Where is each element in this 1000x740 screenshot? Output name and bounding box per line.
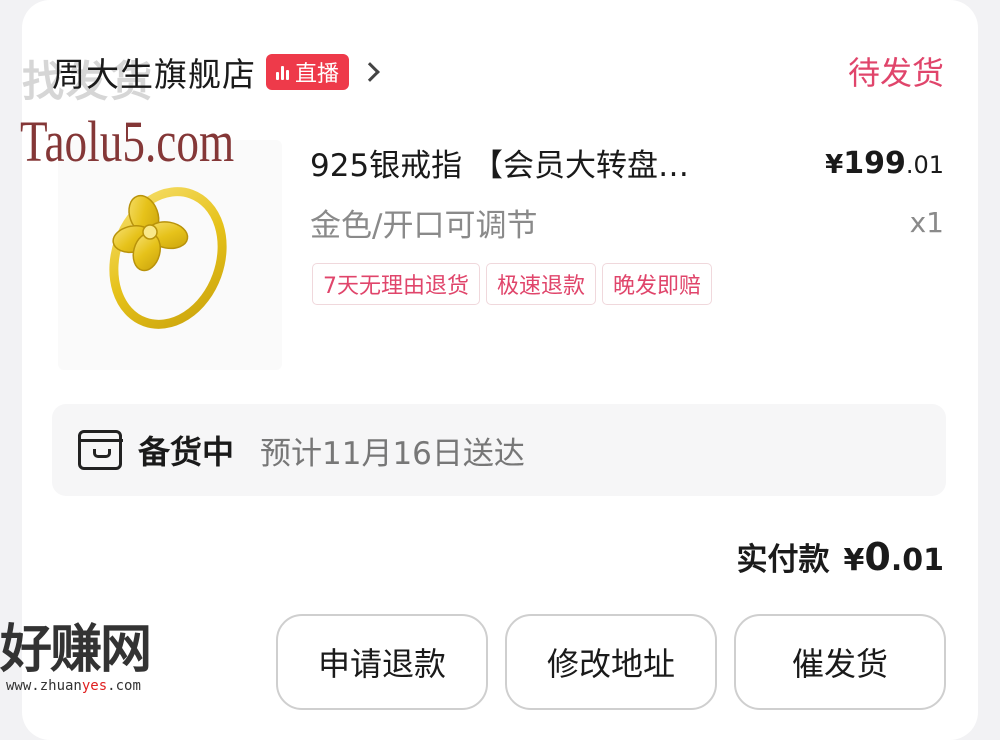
live-bars-icon (276, 64, 289, 80)
product-price: ¥199.01 (825, 146, 944, 181)
refund-button[interactable]: 申请退款 (276, 614, 488, 710)
logo-main-text: 好赚网 (0, 620, 152, 680)
tag-fast-refund: 极速退款 (486, 263, 597, 305)
live-badge-label: 直播 (295, 62, 340, 87)
site-logo: 好赚网 www.zhuanyes.com (0, 622, 196, 694)
chevron-right-icon[interactable] (360, 62, 380, 82)
watermark-site: Taolu5.com (20, 109, 235, 174)
change-address-button[interactable]: 修改地址 (505, 614, 717, 710)
urge-shipping-button[interactable]: 催发货 (734, 614, 946, 710)
logo-url-highlight: yes (81, 678, 108, 694)
paid-label: 实付款 (736, 542, 830, 578)
price-int: 199 (843, 146, 906, 181)
paid-dec: .01 (890, 543, 944, 578)
tag-late-ship-compensation: 晚发即赔 (602, 263, 713, 305)
shipping-status: 备货中 (138, 433, 235, 471)
shop-name[interactable]: 周大生旗舰店 (52, 48, 256, 96)
product-spec: 金色/开口可调节 (310, 208, 538, 244)
logo-url-prefix: www.zhuan (6, 678, 82, 694)
live-badge[interactable]: 直播 (266, 54, 350, 90)
shop-header[interactable]: 周大生旗舰店 直播 (52, 44, 380, 100)
price-dec: .01 (905, 151, 944, 179)
paid-amount-row: 实付款 ¥0.01 (737, 534, 944, 579)
paid-amount: ¥0.01 (844, 535, 944, 579)
order-status: 待发货 (847, 54, 944, 92)
shipping-eta: 预计11月16日送达 (260, 435, 525, 472)
paid-int: 0 (864, 535, 891, 579)
shipping-status-bar[interactable]: 备货中 预计11月16日送达 (52, 404, 946, 496)
package-box-icon (77, 430, 123, 470)
logo-url: www.zhuanyes.com (0, 678, 196, 694)
price-currency: ¥ (825, 150, 844, 180)
product-title[interactable]: 925银戒指 【会员大转盘… (310, 140, 689, 185)
logo-url-suffix: .com (107, 678, 141, 694)
service-tags: 7天无理由退货 极速退款 晚发即赔 (312, 263, 713, 305)
product-quantity: x1 (909, 206, 944, 239)
paid-currency: ¥ (843, 543, 865, 578)
tag-7day-return: 7天无理由退货 (312, 263, 480, 305)
